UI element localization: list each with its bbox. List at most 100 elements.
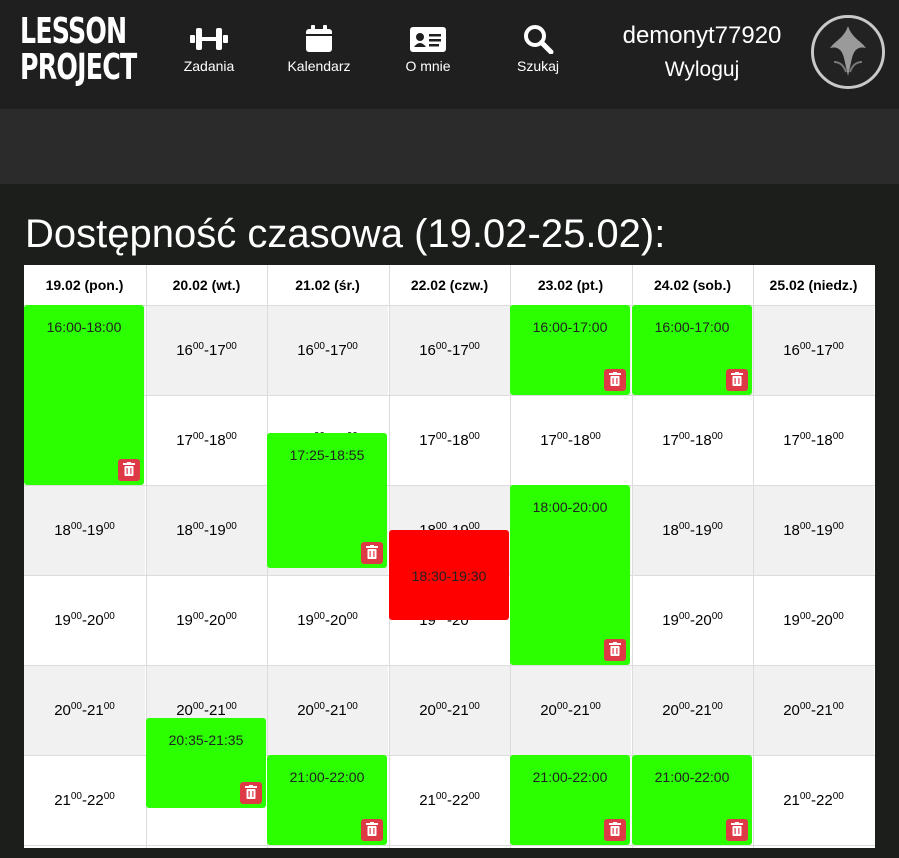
time-slot-cell[interactable]: 2000-2100	[24, 665, 145, 755]
time-slot-cell[interactable]: 1700-1800	[146, 395, 267, 485]
available-time-block[interactable]: 21:00-22:00	[267, 755, 387, 845]
id-card-icon	[410, 27, 446, 52]
time-slot-label: 2000-2100	[297, 701, 358, 719]
time-slot-cell[interactable]: 2100-2200	[24, 755, 145, 845]
trash-icon[interactable]	[361, 819, 383, 841]
time-slot-cell[interactable]: 1600-1700	[753, 305, 874, 395]
trash-icon[interactable]	[726, 819, 748, 841]
available-time-block[interactable]: 16:00-17:00	[632, 305, 752, 395]
time-slot-cell[interactable]: 2000-2100	[510, 665, 631, 755]
tribal-emblem-icon	[814, 18, 882, 86]
time-block-label: 21:00-22:00	[654, 769, 730, 785]
time-slot-label: 1800-1900	[662, 521, 723, 539]
time-slot-label: 2000-2100	[783, 701, 844, 719]
nav-label: Szukaj	[516, 58, 560, 74]
nav-item-kalendarz[interactable]: Kalendarz	[269, 24, 369, 74]
avatar[interactable]	[811, 15, 885, 89]
time-slot-cell[interactable]: 1900-2000	[632, 575, 753, 665]
time-slot-label: 1700-1800	[419, 431, 480, 449]
time-slot-label: 2000-2100	[176, 701, 237, 719]
search-icon	[524, 25, 554, 54]
time-slot-label: 2000-2100	[54, 701, 115, 719]
time-slot-cell[interactable]: 2100-2200	[389, 755, 510, 845]
time-slot-label: 1800-1900	[54, 521, 115, 539]
grid-divider	[24, 665, 875, 666]
time-block-label: 18:00-20:00	[532, 499, 608, 515]
time-slot-label: 1600-1700	[176, 341, 237, 359]
time-block-label: 16:00-17:00	[654, 319, 730, 335]
time-slot-cell[interactable]: 1900-2000	[267, 575, 388, 665]
time-slot-label: 2100-2200	[419, 791, 480, 809]
time-slot-cell[interactable]: 1600-1700	[267, 305, 388, 395]
time-slot-cell[interactable]: 2000-2100	[267, 665, 388, 755]
day-header: 23.02 (pt.)	[510, 265, 631, 305]
time-block-label: 21:00-22:00	[289, 769, 365, 785]
trash-icon[interactable]	[361, 542, 383, 564]
available-time-block[interactable]: 21:00-22:00	[510, 755, 630, 845]
time-slot-cell[interactable]: 1900-2000	[24, 575, 145, 665]
trash-icon[interactable]	[726, 369, 748, 391]
time-block-label: 16:00-18:00	[46, 319, 122, 335]
day-header: 24.02 (sob.)	[632, 265, 753, 305]
time-slot-cell[interactable]: 2000-2100	[753, 665, 874, 755]
time-slot-cell[interactable]: 1600-1700	[146, 305, 267, 395]
time-block-label: 16:00-17:00	[532, 319, 608, 335]
trash-icon[interactable]	[240, 782, 262, 804]
logo[interactable]: LESSON PROJECT	[20, 11, 137, 88]
time-slot-label: 2000-2100	[662, 701, 723, 719]
trash-icon[interactable]	[604, 819, 626, 841]
time-slot-cell[interactable]: 2000-2100	[389, 665, 510, 755]
available-time-block[interactable]: 17:25-18:55	[267, 433, 387, 568]
time-slot-cell[interactable]: 1800-1900	[146, 485, 267, 575]
time-slot-cell[interactable]: 1700-1800	[632, 395, 753, 485]
time-slot-label: 1700-1800	[540, 431, 601, 449]
booked-time-block[interactable]: 18:30-19:30	[389, 530, 509, 620]
time-slot-cell[interactable]: 1700-1800	[510, 395, 631, 485]
dumbbell-icon	[190, 28, 228, 50]
time-slot-cell[interactable]: 1800-1900	[753, 485, 874, 575]
time-slot-label: 2100-2200	[54, 791, 115, 809]
time-slot-label: 1600-1700	[419, 341, 480, 359]
nav-item-o-mnie[interactable]: O mnie	[378, 24, 478, 74]
available-time-block[interactable]: 20:35-21:35	[146, 718, 266, 808]
time-slot-cell[interactable]: 1800-1900	[632, 485, 753, 575]
available-time-block[interactable]: 16:00-18:00	[24, 305, 144, 485]
user-panel: demonyt77920 Wyloguj	[612, 22, 792, 82]
available-time-block[interactable]: 21:00-22:00	[632, 755, 752, 845]
trash-icon[interactable]	[604, 639, 626, 661]
time-slot-cell[interactable]: 1800-1900	[24, 485, 145, 575]
time-slot-cell[interactable]: 1900-2000	[146, 575, 267, 665]
nav-item-zadania[interactable]: Zadania	[159, 24, 259, 74]
time-slot-cell[interactable]: 2000-2100	[632, 665, 753, 755]
logo-line-1: LESSON	[20, 11, 127, 52]
trash-icon[interactable]	[604, 369, 626, 391]
time-slot-cell[interactable]: 1900-2000	[753, 575, 874, 665]
time-block-label: 18:30-19:30	[411, 568, 487, 584]
available-time-block[interactable]: 16:00-17:00	[510, 305, 630, 395]
logout-link[interactable]: Wyloguj	[612, 58, 792, 82]
time-slot-cell[interactable]: 1600-1700	[389, 305, 510, 395]
day-header: 25.02 (niedz.)	[753, 265, 874, 305]
time-slot-label: 2100-2200	[783, 791, 844, 809]
logo-line-2: PROJECT	[20, 47, 137, 88]
time-slot-cell[interactable]: 1700-1800	[389, 395, 510, 485]
time-slot-label: 1900-2000	[176, 611, 237, 629]
nav-item-szukaj[interactable]: Szukaj	[488, 24, 588, 74]
nav-label: Zadania	[183, 58, 235, 74]
time-block-label: 17:25-18:55	[289, 447, 365, 463]
time-slot-label: 1900-2000	[783, 611, 844, 629]
time-slot-label: 1900-2000	[662, 611, 723, 629]
time-slot-label: 1600-1700	[297, 341, 358, 359]
time-block-label: 21:00-22:00	[532, 769, 608, 785]
time-slot-label: 1900-2000	[297, 611, 358, 629]
grid-divider	[24, 485, 875, 486]
time-slot-label: 1900-2000	[54, 611, 115, 629]
time-slot-cell[interactable]: 1700-1800	[753, 395, 874, 485]
time-slot-cell[interactable]: 2100-2200	[753, 755, 874, 845]
username[interactable]: demonyt77920	[612, 22, 792, 50]
time-slot-label: 1800-1900	[176, 521, 237, 539]
nav-label: Kalendarz	[287, 58, 351, 74]
availability-calendar: 19.02 (pon.) 1600-1700 1700-1800 1800-1900 1…	[24, 265, 875, 848]
available-time-block[interactable]: 18:00-20:00	[510, 485, 630, 665]
trash-icon[interactable]	[118, 459, 140, 481]
